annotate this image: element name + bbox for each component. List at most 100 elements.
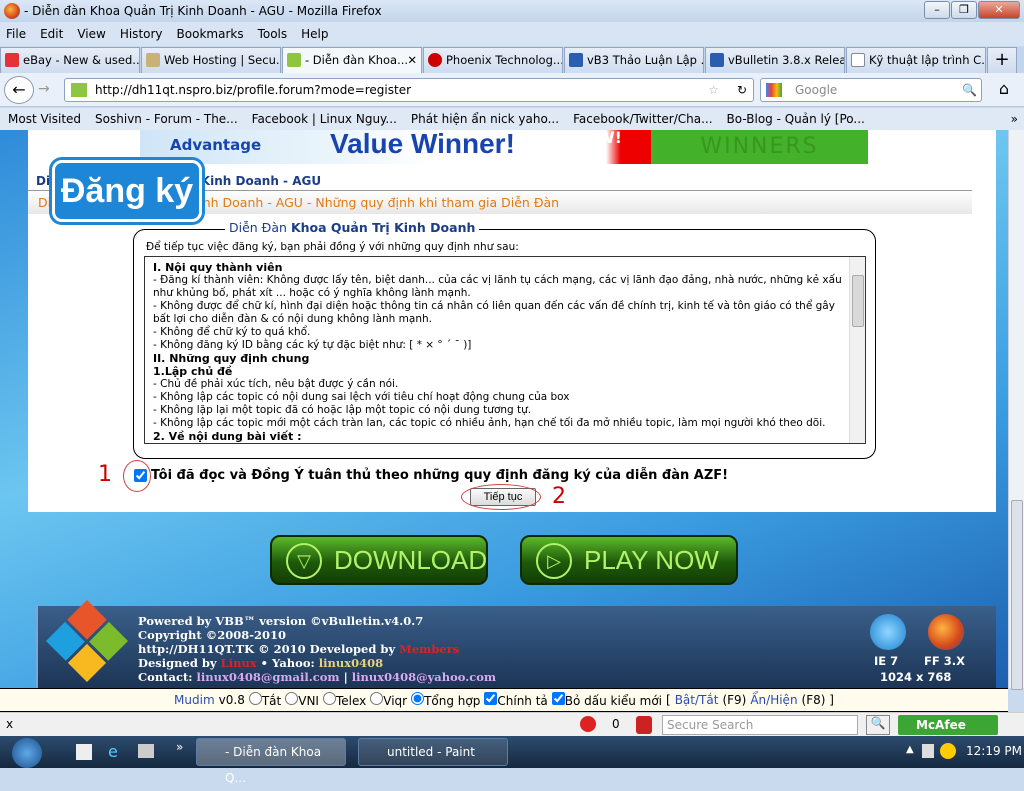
register-logo: Đăng ký — [52, 160, 202, 222]
mudim-option-auto[interactable]: Tổng hợp — [411, 692, 480, 708]
stop-icon[interactable] — [580, 716, 596, 732]
tab-vb3[interactable]: vB3 Thảo Luận Lập ... — [564, 47, 704, 73]
quicklaunch-desktop-icon[interactable] — [138, 744, 154, 758]
bookmark-bo-blog[interactable]: Bo-Blog - Quản lý [Po... — [727, 112, 865, 126]
minimize-button[interactable]: – — [924, 1, 950, 19]
agree-row[interactable]: Tôi đã đọc và Đồng Ý tuân thủ theo những… — [134, 468, 728, 483]
more-bookmarks-icon[interactable]: » — [1011, 112, 1018, 126]
bookmark-soshivn[interactable]: Soshivn - Forum - The... — [95, 112, 238, 126]
bookmarks-toolbar: Most Visited Soshivn - Forum - The... Fa… — [0, 108, 1024, 130]
search-placeholder: Google — [795, 83, 838, 97]
windows-logo — [45, 599, 129, 683]
tab-ky-thuat[interactable]: Kỹ thuật lập trình C... — [846, 47, 986, 73]
search-input[interactable]: Google 🔍 — [760, 78, 982, 102]
mudim-new-tone[interactable]: Bỏ dấu kiểu mới — [551, 692, 662, 708]
scrollbar-thumb[interactable] — [852, 275, 864, 327]
search-icon[interactable]: 🔍 — [962, 79, 977, 101]
tab-ebay[interactable]: eBay - New & used... — [0, 47, 140, 73]
search-icon[interactable]: 🔍 — [866, 715, 890, 735]
url-input[interactable]: http://dh11qt.nspro.biz/profile.forum?mo… — [64, 78, 754, 102]
banner-now: NOW! — [570, 130, 622, 147]
mudim-option-viqr[interactable]: Viqr — [370, 692, 407, 708]
rules-textbox[interactable]: I. Nội quy thành viên - Đăng kí thành viê… — [144, 256, 866, 444]
menu-view[interactable]: View — [77, 27, 105, 41]
bookmark-facebook-twitter[interactable]: Facebook/Twitter/Cha... — [573, 112, 712, 126]
back-button[interactable]: ← — [4, 76, 34, 104]
mudim-option-vni[interactable]: VNI — [285, 692, 319, 708]
tab-label: vB3 Thảo Luận Lập ... — [587, 53, 704, 67]
footer-members-link[interactable]: Members — [399, 642, 459, 656]
secure-search-input[interactable]: Secure Search — [662, 715, 858, 735]
start-button[interactable] — [12, 738, 42, 768]
bookmark-phat-hien[interactable]: Phát hiện ẩn nick yaho... — [411, 112, 559, 126]
new-tab-button[interactable]: + — [987, 47, 1017, 73]
mudim-link[interactable]: Mudim — [174, 693, 215, 707]
page-scrollbar[interactable] — [1008, 130, 1024, 690]
bookmark-most-visited[interactable]: Most Visited — [8, 112, 81, 126]
ie-icon — [870, 614, 906, 650]
tab-label: eBay - New & used... — [23, 53, 140, 67]
mudim-toggle-link[interactable]: Bật/Tắt — [675, 693, 719, 707]
annotation-2: 2 — [552, 484, 566, 509]
quicklaunch-more[interactable]: » — [176, 740, 183, 754]
task-paint[interactable]: untitled - Paint — [358, 738, 508, 766]
footer-yahoo-mail-link[interactable]: linux0408@yahoo.com — [352, 670, 496, 684]
yahoo-messenger-icon[interactable] — [940, 743, 956, 759]
bookmark-facebook-linux[interactable]: Facebook | Linux Nguy... — [252, 112, 397, 126]
taskbar: e » - Diễn đàn Khoa Q... untitled - Pain… — [0, 736, 1024, 785]
bookmark-star-icon[interactable]: ☆ — [708, 79, 719, 101]
mudim-option-telex[interactable]: Telex — [322, 692, 366, 708]
task-firefox[interactable]: - Diễn đàn Khoa Q... — [196, 738, 346, 785]
menu-bar: File Edit View History Bookmarks Tools H… — [0, 22, 1024, 46]
menu-bookmarks[interactable]: Bookmarks — [177, 27, 244, 41]
forward-button[interactable]: → — [38, 81, 50, 97]
restore-button[interactable]: ❐ — [951, 1, 977, 19]
mcafee-button[interactable]: McAfee — [898, 715, 998, 735]
tab-vbulletin[interactable]: vBulletin 3.8.x Relea... — [705, 47, 845, 73]
play-now-button[interactable]: ▷ PLAY NOW — [520, 535, 738, 585]
quicklaunch-ie-icon[interactable]: e — [108, 742, 118, 761]
rule-line: 1.Lập chủ đề — [153, 365, 233, 378]
mudim-option-off[interactable]: Tắt — [248, 692, 282, 708]
rules-intro: Để tiếp tục việc đăng ký, bạn phải đồng … — [146, 241, 519, 253]
ie-version: IE 7 — [874, 654, 899, 668]
footer-linux-link[interactable]: Linux — [221, 656, 257, 670]
banner-winners[interactable]: WINNERS — [651, 130, 868, 164]
rules-scrollbar[interactable] — [849, 257, 865, 443]
close-window-button[interactable]: ✕ — [978, 1, 1020, 19]
rule-line: - Không để chữ ký to quá khổ. — [153, 326, 311, 338]
download-button[interactable]: ▽ DOWNLOAD — [270, 535, 488, 585]
task-label: - Diễn đàn Khoa Q... — [225, 745, 322, 785]
home-button[interactable]: ⌂ — [990, 79, 1018, 101]
mudim-show-link[interactable]: Ẩn/Hiện — [750, 693, 797, 707]
rules-legend: Diễn Đàn Khoa Quản Trị Kinh Doanh — [225, 220, 480, 235]
show-hidden-icons[interactable]: ▲ — [906, 744, 914, 755]
tab-forum[interactable]: - Diễn đàn Khoa... ✕ — [282, 47, 422, 73]
quicklaunch-notepad-icon[interactable] — [76, 744, 92, 760]
annotation-circle — [461, 484, 541, 510]
agree-checkbox[interactable] — [134, 469, 147, 482]
footer-gmail-link[interactable]: linux0408@gmail.com — [197, 670, 340, 684]
rule-line: - Không lập các topic mới một cách tràn … — [153, 417, 826, 429]
network-icon[interactable] — [922, 744, 934, 758]
annotation-1: 1 — [98, 462, 112, 487]
download-label: DOWNLOAD — [334, 545, 488, 575]
menu-history[interactable]: History — [120, 27, 163, 41]
menu-help[interactable]: Help — [301, 27, 328, 41]
menu-edit[interactable]: Edit — [40, 27, 63, 41]
option-label: Tắt — [261, 694, 282, 708]
scrollbar-thumb[interactable] — [1011, 500, 1023, 690]
footer-yahoo-id[interactable]: linux0408 — [319, 656, 383, 670]
menu-file[interactable]: File — [6, 27, 26, 41]
clock[interactable]: 12:19 PM — [966, 744, 1022, 758]
menu-tools[interactable]: Tools — [258, 27, 288, 41]
rule-line: - Đăng kí thành viên: Không được lấy tên… — [153, 274, 842, 299]
tab-web-hosting[interactable]: Web Hosting | Secu... — [141, 47, 281, 73]
mcafee-label: McAfee — [916, 718, 966, 732]
close-tab-icon[interactable]: ✕ — [407, 48, 417, 72]
mudim-spell-check[interactable]: Chính tả — [484, 692, 548, 708]
status-bar: x 0 Secure Search 🔍 McAfee — [0, 712, 1024, 736]
reload-icon[interactable]: ↻ — [737, 79, 747, 101]
tab-phoenix[interactable]: Phoenix Technolog... — [423, 47, 563, 73]
close-findbar-icon[interactable]: x — [6, 717, 13, 731]
